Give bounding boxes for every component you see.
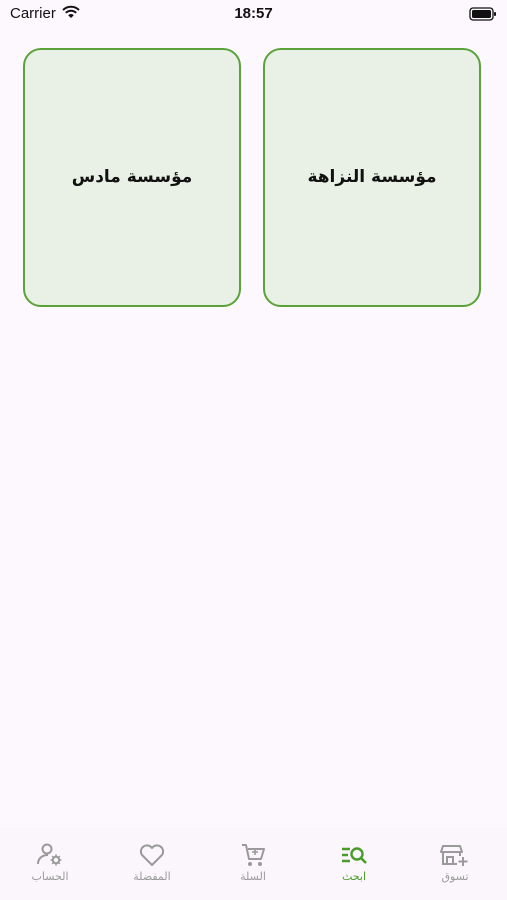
account-settings-icon: [37, 843, 62, 866]
store-card-nazaha[interactable]: مؤسسة النزاهة: [263, 48, 481, 307]
battery-icon: [469, 6, 497, 25]
store-name: مؤسسة مادس: [71, 166, 193, 187]
clock: 18:57: [234, 5, 273, 22]
tab-account[interactable]: الحساب: [5, 842, 95, 883]
tab-account-label: الحساب: [31, 870, 69, 883]
search-list-icon: [342, 847, 367, 864]
tab-cart-label: السلة: [240, 870, 266, 883]
tab-cart[interactable]: السلة: [208, 842, 298, 883]
tab-shop[interactable]: تسوق: [410, 842, 500, 883]
store-card-mads[interactable]: مؤسسة مادس: [23, 48, 241, 307]
status-bar: Carrier 18:57: [0, 0, 507, 28]
tab-bar: الحساب المفضلة السلة ابحث تسوق: [0, 828, 507, 900]
tab-favorites-label: المفضلة: [133, 870, 171, 883]
tab-shop-label: تسوق: [441, 870, 469, 883]
cart-icon: [242, 844, 265, 866]
tab-favorites[interactable]: المفضلة: [107, 842, 197, 883]
store-name: مؤسسة النزاهة: [307, 166, 437, 187]
store-add-icon: [440, 845, 468, 866]
tab-search[interactable]: ابحث: [309, 842, 399, 883]
tab-search-label: ابحث: [341, 870, 367, 883]
heart-icon: [139, 844, 165, 866]
